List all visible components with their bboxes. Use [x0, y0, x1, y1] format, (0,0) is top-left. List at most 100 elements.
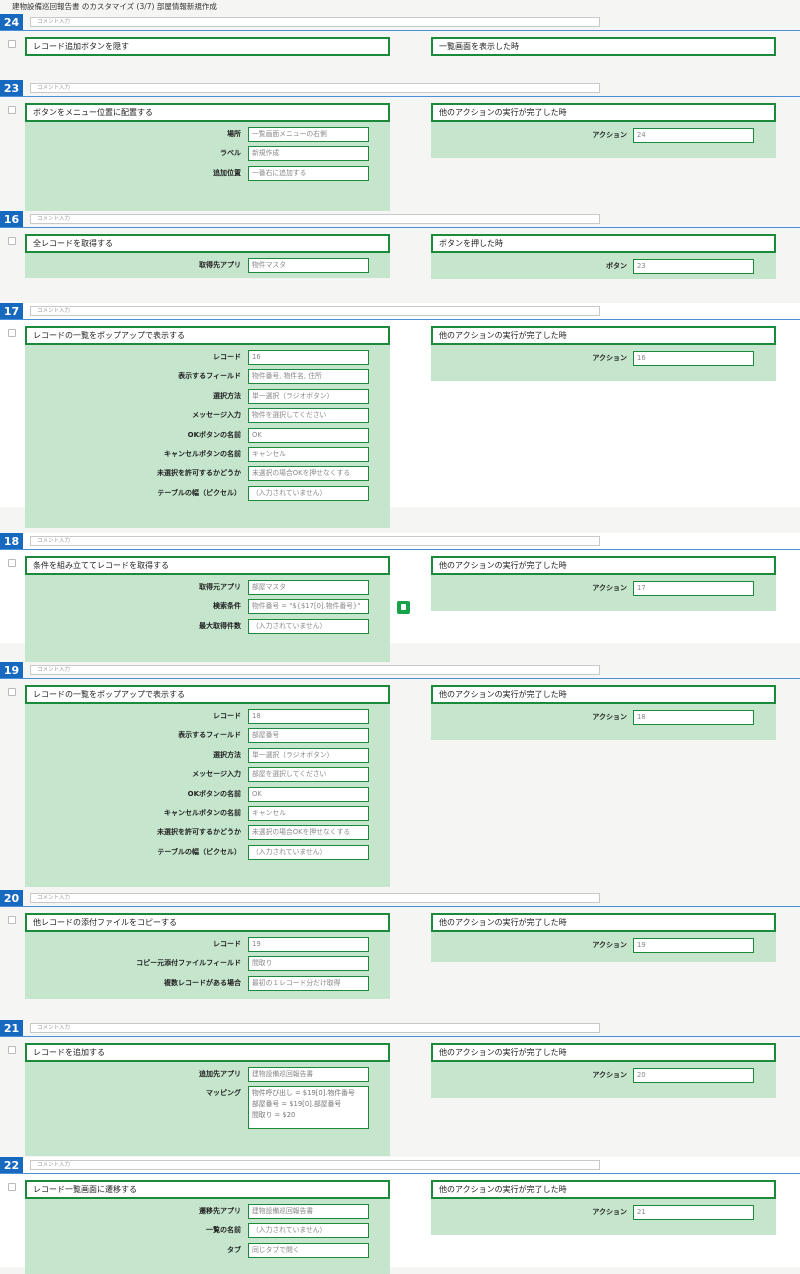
select-checkbox[interactable]: [8, 1183, 16, 1191]
field-row: タブ 同じタブで開く: [25, 1242, 390, 1258]
action-title[interactable]: 他レコードの添付ファイルをコピーする: [25, 913, 390, 932]
action-title[interactable]: 条件を組み立ててレコードを取得する: [25, 556, 390, 575]
trigger-title[interactable]: 他のアクションの実行が完了した時: [431, 1180, 776, 1199]
field-value[interactable]: 部屋番号: [248, 728, 369, 744]
trigger-title[interactable]: ボタンを押した時: [431, 234, 776, 253]
comment-input[interactable]: コメント入力: [30, 83, 600, 93]
trigger-value[interactable]: 19: [633, 938, 754, 953]
field-value[interactable]: 物件呼び出し = $19[0].物件番号 部屋番号 = $19[0].部屋番号 …: [248, 1086, 369, 1130]
trigger-title[interactable]: 他のアクションの実行が完了した時: [431, 685, 776, 704]
field-label: メッセージ入力: [192, 411, 241, 420]
field-label: 選択方法: [213, 750, 241, 759]
field-row: 選択方法 単一選択（ラジオボタン）: [25, 747, 390, 763]
action-title[interactable]: レコードを追加する: [25, 1043, 390, 1062]
field-value[interactable]: OK: [248, 786, 369, 802]
trigger-title[interactable]: 他のアクションの実行が完了した時: [431, 326, 776, 345]
comment-input[interactable]: コメント入力: [30, 306, 600, 316]
field-label: タブ: [227, 1245, 241, 1254]
field-value[interactable]: 単一選択（ラジオボタン）: [248, 388, 369, 404]
comment-input[interactable]: コメント入力: [30, 1023, 600, 1033]
comment-input[interactable]: コメント入力: [30, 893, 600, 903]
trigger-value[interactable]: 20: [633, 1068, 754, 1083]
select-checkbox[interactable]: [8, 559, 16, 567]
block-number: 18: [0, 533, 23, 550]
select-checkbox[interactable]: [8, 106, 16, 114]
field-label: 一覧の名前: [206, 1226, 241, 1235]
trigger-panel: 他のアクションの実行が完了した時 アクション 16: [431, 326, 776, 381]
field-value[interactable]: キャンセル: [248, 447, 369, 462]
field-row: 場所 一覧画面メニューの右側: [25, 127, 390, 142]
field-value[interactable]: 18: [248, 709, 369, 724]
comment-input[interactable]: コメント入力: [30, 1160, 600, 1170]
field-value[interactable]: 建物設備巡回報告書: [248, 1067, 369, 1082]
field-value[interactable]: 物件を選択してください: [248, 408, 369, 424]
trigger-title[interactable]: 他のアクションの実行が完了した時: [431, 556, 776, 575]
select-checkbox[interactable]: [8, 40, 16, 48]
trigger-value[interactable]: 17: [633, 581, 754, 596]
field-value[interactable]: 同じタブで開く: [248, 1242, 369, 1258]
select-checkbox[interactable]: [8, 329, 16, 337]
field-value[interactable]: （入力されていません）: [248, 1223, 369, 1239]
field-value[interactable]: 最初の１レコード分だけ取得: [248, 975, 369, 991]
trigger-title[interactable]: 他のアクションの実行が完了した時: [431, 913, 776, 932]
action-panel: レコード一覧画面に遷移する 遷移先アプリ 建物設備巡回報告書 一覧の名前 （入力されてい…: [25, 1180, 390, 1274]
block-number: 21: [0, 1020, 23, 1037]
action-panel: 全レコードを取得する 取得先アプリ 物件マスタ: [25, 234, 390, 278]
field-row: ラベル 新規作成: [25, 146, 390, 162]
field-row: レコード 18: [25, 709, 390, 724]
field-value[interactable]: OK: [248, 427, 369, 443]
comment-input[interactable]: コメント入力: [30, 214, 600, 224]
action-title[interactable]: レコード追加ボタンを隠す: [25, 37, 390, 56]
action-title[interactable]: レコードの一覧をポップアップで表示する: [25, 685, 390, 704]
select-checkbox[interactable]: [8, 688, 16, 696]
field-value[interactable]: 物件番号 = "${$17[0].物件番号}": [248, 599, 369, 615]
comment-input[interactable]: コメント入力: [30, 665, 600, 675]
field-label: 表示するフィールド: [178, 372, 241, 381]
action-title[interactable]: レコードの一覧をポップアップで表示する: [25, 326, 390, 345]
field-value[interactable]: 間取り: [248, 956, 369, 972]
trigger-title[interactable]: 他のアクションの実行が完了した時: [431, 1043, 776, 1062]
field-value[interactable]: 物件番号, 物件名, 住所: [248, 369, 369, 385]
field-value[interactable]: 一覧画面メニューの右側: [248, 127, 369, 142]
field-value[interactable]: キャンセル: [248, 806, 369, 821]
field-row: コピー元添付ファイルフィールド 間取り: [25, 956, 390, 972]
action-block: 18 コメント入力 条件を組み立ててレコードを取得する 取得元アプリ 部屋マスタ 検索条件…: [0, 533, 800, 662]
field-value[interactable]: 部屋を選択してください: [248, 767, 369, 783]
field-value[interactable]: （入力されていません）: [248, 844, 369, 860]
trigger-value[interactable]: 24: [633, 128, 754, 143]
block-separator: 16 コメント入力: [0, 211, 800, 228]
comment-input[interactable]: コメント入力: [30, 17, 600, 27]
field-value[interactable]: 新規作成: [248, 146, 369, 162]
field-value[interactable]: （入力されていません）: [248, 618, 369, 634]
field-value[interactable]: 単一選択（ラジオボタン）: [248, 747, 369, 763]
trigger-title[interactable]: 一覧画面を表示した時: [431, 37, 776, 56]
select-checkbox[interactable]: [8, 237, 16, 245]
action-title[interactable]: ボタンをメニュー位置に配置する: [25, 103, 390, 122]
field-label: キャンセルボタンの名前: [164, 450, 241, 458]
select-checkbox[interactable]: [8, 1046, 16, 1054]
field-value[interactable]: 未選択の場合OKを押せなくする: [248, 825, 369, 841]
trigger-label: アクション: [592, 1071, 627, 1079]
field-value[interactable]: 一番右に追加する: [248, 165, 369, 181]
trigger-title[interactable]: 他のアクションの実行が完了した時: [431, 103, 776, 122]
trigger-value[interactable]: 23: [633, 259, 754, 274]
action-panel: ボタンをメニュー位置に配置する 場所 一覧画面メニューの右側 ラベル 新規作成 追加位置一…: [25, 103, 390, 211]
action-block: 17 コメント入力 レコードの一覧をポップアップで表示する レコード 16 表示するフィー…: [0, 303, 800, 528]
select-checkbox[interactable]: [8, 916, 16, 924]
action-title[interactable]: レコード一覧画面に遷移する: [25, 1180, 390, 1199]
field-value[interactable]: 部屋マスタ: [248, 580, 369, 595]
field-value[interactable]: 16: [248, 350, 369, 365]
block-separator: 20 コメント入力: [0, 890, 800, 907]
field-value[interactable]: 未選択の場合OKを押せなくする: [248, 466, 369, 482]
action-block: 19 コメント入力 レコードの一覧をポップアップで表示する レコード 18 表示するフィー…: [0, 662, 800, 887]
action-title[interactable]: 全レコードを取得する: [25, 234, 390, 253]
field-value[interactable]: 物件マスタ: [248, 258, 369, 273]
field-value[interactable]: 建物設備巡回報告書: [248, 1204, 369, 1219]
comment-input[interactable]: コメント入力: [30, 536, 600, 546]
field-value[interactable]: 19: [248, 937, 369, 952]
edit-icon[interactable]: [397, 601, 410, 615]
trigger-value[interactable]: 18: [633, 710, 754, 725]
field-value[interactable]: （入力されていません）: [248, 485, 369, 501]
trigger-value[interactable]: 16: [633, 351, 754, 366]
trigger-value[interactable]: 21: [633, 1205, 754, 1220]
